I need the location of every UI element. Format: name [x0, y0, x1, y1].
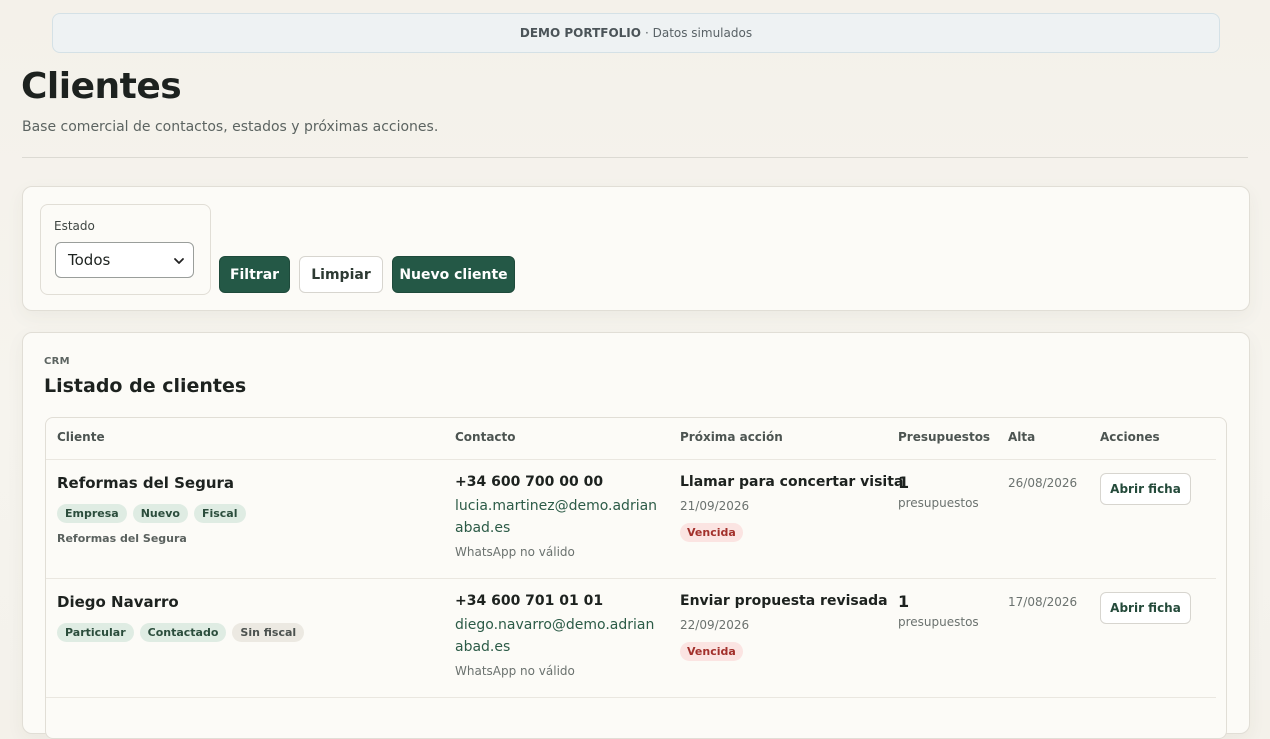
abrir-ficha-button[interactable]: Abrir ficha [1100, 473, 1191, 505]
estado-select[interactable]: Todos [55, 242, 194, 278]
next-action: Enviar propuesta revisada [680, 593, 888, 609]
clients-list-card: CRM Listado de clientes Cliente Contacto… [22, 332, 1250, 739]
client-name: Reformas del Segura [57, 474, 235, 492]
whatsapp-status: WhatsApp no válido [455, 545, 575, 559]
status-badge: Vencida [680, 523, 743, 542]
next-action-date: 22/09/2026 [680, 618, 750, 632]
chevron-down-icon [174, 258, 184, 264]
tag-badge: Nuevo [132, 504, 188, 523]
contact-email[interactable]: diego.navarro@demo.adrianabad.es [455, 614, 660, 658]
estado-field: Estado Todos [40, 204, 211, 295]
col-header-presupuestos: Presupuestos [898, 430, 991, 444]
status-badge: Vencida [680, 642, 743, 661]
row-divider [46, 578, 1216, 579]
clients-table: Cliente Contacto Próxima acción Presupue… [45, 417, 1227, 739]
quotes-label: presupuestos [898, 615, 979, 629]
tag-badge: Particular [57, 623, 134, 642]
list-eyebrow: CRM [44, 356, 70, 367]
abrir-ficha-button[interactable]: Abrir ficha [1100, 592, 1191, 624]
quotes-count: 1 [898, 592, 910, 611]
limpiar-button[interactable]: Limpiar [299, 256, 383, 293]
col-header-contacto: Contacto [455, 430, 516, 444]
next-action: Llamar para concertar visita [680, 474, 904, 490]
alta-date: 26/08/2026 [1008, 476, 1078, 490]
whatsapp-status: WhatsApp no válido [455, 664, 575, 678]
row-divider [46, 459, 1216, 460]
header-divider [22, 157, 1248, 158]
demo-banner: DEMO PORTFOLIO · Datos simulados [52, 13, 1220, 53]
col-header-proxima-accion: Próxima acción [680, 430, 783, 444]
row-divider [46, 697, 1216, 698]
page-title: Clientes [21, 66, 182, 107]
banner-bold: DEMO PORTFOLIO [519, 26, 641, 40]
client-tags: Empresa Nuevo Fiscal [57, 502, 252, 523]
filter-card: Estado Todos Filtrar Limpiar Nuevo clien… [22, 186, 1250, 311]
col-header-alta: Alta [1008, 430, 1036, 444]
tag-badge: Empresa [57, 504, 127, 523]
contact-phone: +34 600 700 00 00 [455, 474, 604, 490]
client-subtitle: Reformas del Segura [57, 532, 187, 545]
quotes-label: presupuestos [898, 496, 979, 510]
list-title: Listado de clientes [44, 375, 247, 397]
contact-email[interactable]: lucia.martinez@demo.adrianabad.es [455, 495, 660, 539]
nuevo-cliente-button[interactable]: Nuevo cliente [392, 256, 515, 293]
col-header-acciones: Acciones [1100, 430, 1160, 444]
page-subtitle: Base comercial de contactos, estados y p… [22, 119, 439, 135]
client-name: Diego Navarro [57, 593, 179, 611]
tag-badge: Fiscal [193, 504, 246, 523]
contact-phone: +34 600 701 01 01 [455, 593, 604, 609]
col-header-cliente: Cliente [57, 430, 105, 444]
estado-label: Estado [54, 219, 95, 233]
filtrar-button[interactable]: Filtrar [219, 256, 290, 293]
next-action-date: 21/09/2026 [680, 499, 750, 513]
tag-badge: Contactado [139, 623, 227, 642]
client-tags: Particular Contactado Sin fiscal [57, 621, 310, 642]
banner-text: · Datos simulados [644, 26, 753, 40]
estado-select-value: Todos [68, 251, 111, 269]
alta-date: 17/08/2026 [1008, 595, 1078, 609]
tag-badge: Sin fiscal [232, 623, 305, 642]
quotes-count: 1 [898, 473, 910, 492]
